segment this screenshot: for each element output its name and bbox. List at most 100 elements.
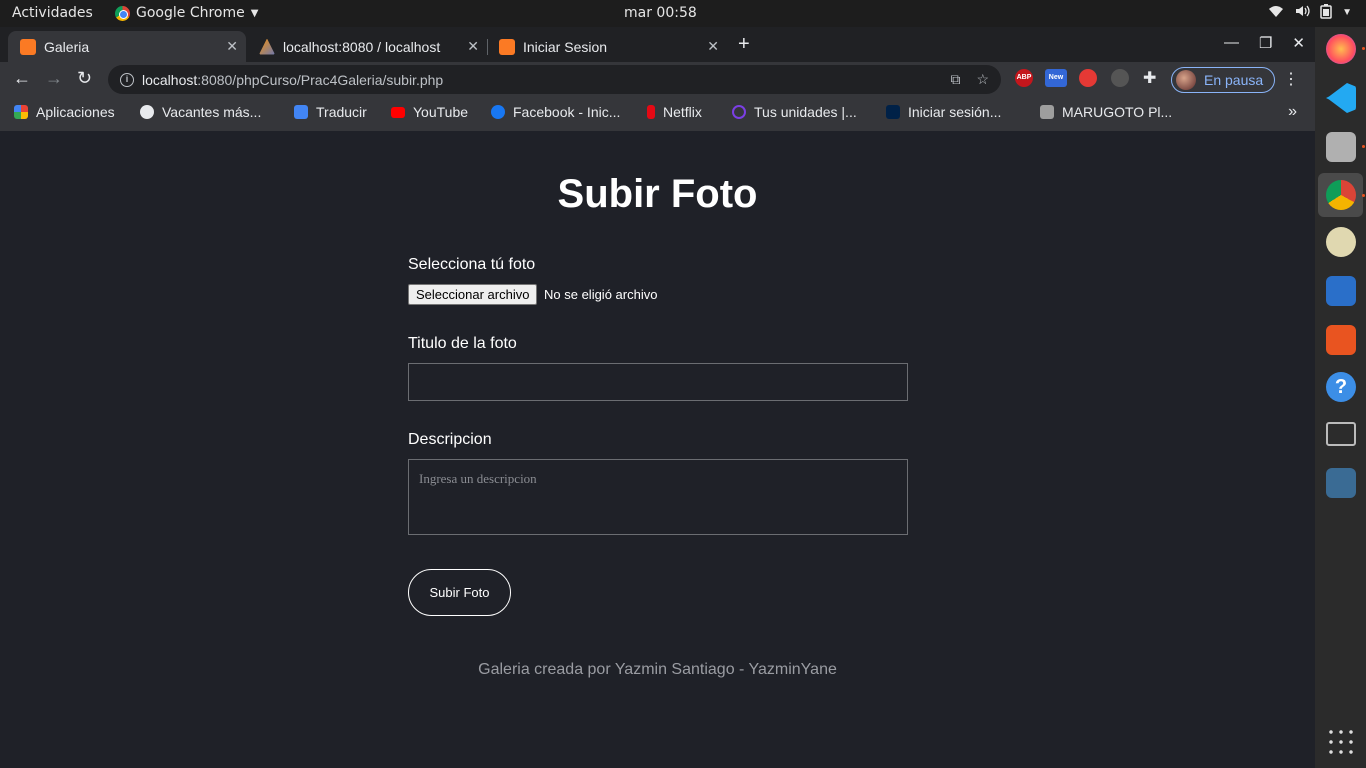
- minimize-icon[interactable]: —: [1224, 34, 1239, 52]
- forward-button[interactable]: →: [45, 68, 63, 89]
- file-status-text: No se eligió archivo: [544, 287, 658, 302]
- facebook-icon: [491, 105, 505, 119]
- bookmark-star-icon[interactable]: ☆: [976, 71, 989, 88]
- footer-credits: Galeria creada por Yazmin Santiago - Yaz…: [478, 661, 837, 678]
- stop-hand-icon[interactable]: [1079, 69, 1097, 87]
- tab-iniciar-sesion[interactable]: Iniciar Sesion ✕: [487, 31, 727, 62]
- back-button[interactable]: ←: [13, 68, 31, 89]
- app-menu[interactable]: Google Chrome ▼: [115, 5, 258, 21]
- clock[interactable]: mar 00:58: [624, 5, 697, 21]
- bookmark-vacantes[interactable]: Vacantes más...: [140, 104, 261, 120]
- bookmark-label: Vacantes más...: [162, 104, 262, 120]
- xampp-favicon-icon: [499, 38, 515, 55]
- bookmark-label: YouTube: [413, 104, 469, 120]
- restore-icon[interactable]: ❐: [1259, 34, 1272, 52]
- running-indicator: [1362, 145, 1365, 148]
- chevron-down-icon: ▼: [1342, 7, 1352, 18]
- tab-title: Galeria: [44, 38, 90, 55]
- new-tab-button[interactable]: +: [738, 33, 750, 56]
- rhythmbox-icon[interactable]: [1326, 227, 1356, 257]
- translate-icon[interactable]: ⧉: [950, 71, 960, 88]
- address-bar[interactable]: i localhost :8080/phpCurso/Prac4Galeria/…: [108, 65, 1001, 94]
- running-indicator: [1362, 47, 1365, 50]
- writer-icon[interactable]: [1326, 276, 1356, 306]
- adblock-icon[interactable]: ABP: [1015, 69, 1033, 87]
- browser-toolbar: ← → ↻ i localhost :8080/phpCurso/Prac4Ga…: [0, 62, 1315, 97]
- tab-phpmyadmin[interactable]: localhost:8080 / localhost ✕: [247, 31, 488, 62]
- info-icon[interactable]: i: [120, 72, 134, 87]
- close-icon[interactable]: ✕: [467, 38, 479, 55]
- browser-chrome: Galeria ✕ localhost:8080 / localhost ✕ I…: [0, 27, 1315, 131]
- extension-new-icon[interactable]: New: [1045, 69, 1067, 87]
- url-path: :8080/phpCurso/Prac4Galeria/subir.php: [197, 71, 444, 88]
- wifi-icon: [1268, 4, 1284, 22]
- volume-icon: [1294, 4, 1310, 22]
- system-top-bar: Actividades Google Chrome ▼ mar 00:58 ▼: [0, 0, 1366, 27]
- upload-photo-button[interactable]: Subir Foto: [408, 569, 511, 616]
- bookmark-label: Aplicaciones: [36, 104, 115, 120]
- vscode-icon[interactable]: [1326, 83, 1356, 113]
- youtube-icon: [391, 106, 405, 118]
- tab-galeria[interactable]: Galeria ✕: [8, 31, 246, 62]
- bookmark-label: Iniciar sesión...: [908, 104, 1002, 120]
- bookmark-marugoto[interactable]: MARUGOTO Pl...: [1040, 104, 1172, 120]
- description-label: Descripcion: [408, 431, 492, 448]
- app-name: Google Chrome: [136, 5, 245, 21]
- oup-icon: [886, 105, 900, 119]
- bookmark-label: Facebook - Inic...: [513, 104, 621, 120]
- close-icon[interactable]: ✕: [707, 38, 719, 55]
- chrome-icon[interactable]: [1326, 180, 1356, 210]
- google-translate-icon: [294, 105, 308, 119]
- chrome-icon: [115, 5, 130, 21]
- bookmark-facebook[interactable]: Facebook - Inic...: [491, 104, 620, 120]
- bookmark-label: MARUGOTO Pl...: [1062, 104, 1173, 120]
- show-applications-icon[interactable]: [1326, 727, 1356, 757]
- profile-button[interactable]: En pausa: [1171, 67, 1275, 93]
- bookmark-apps[interactable]: Aplicaciones: [14, 104, 115, 120]
- reload-button[interactable]: ↻: [77, 68, 92, 89]
- bookmark-youtube[interactable]: YouTube: [391, 104, 468, 120]
- bookmark-traducir[interactable]: Traducir: [294, 104, 367, 120]
- apps-grid-icon: [14, 105, 28, 119]
- close-window-icon[interactable]: ✕: [1292, 34, 1305, 52]
- avatar: [1176, 70, 1196, 90]
- bookmark-netflix[interactable]: Netflix: [647, 104, 702, 120]
- url-host: localhost: [142, 71, 198, 88]
- firefox-icon[interactable]: [1326, 34, 1356, 64]
- chrome-menu-icon[interactable]: ⋮: [1283, 69, 1299, 89]
- page-content: Subir Foto Selecciona tú foto Selecciona…: [0, 131, 1315, 768]
- battery-icon: [1320, 4, 1332, 22]
- bookmark-unidades[interactable]: Tus unidades |...: [732, 104, 857, 120]
- help-icon[interactable]: ?: [1326, 372, 1356, 402]
- window-controls: — ❐ ✕: [1224, 34, 1305, 52]
- marugoto-icon: [1040, 105, 1054, 119]
- profile-status: En pausa: [1204, 72, 1264, 88]
- title-label: Titulo de la foto: [408, 335, 517, 352]
- bookmark-oup[interactable]: Iniciar sesión...: [886, 104, 1001, 120]
- extension-grey-icon[interactable]: [1111, 69, 1129, 87]
- software-center-icon[interactable]: [1326, 325, 1356, 355]
- more-bookmarks-icon[interactable]: »: [1288, 103, 1297, 121]
- tab-title: localhost:8080 / localhost: [283, 38, 441, 55]
- photo-title-input[interactable]: [408, 363, 908, 401]
- description-textarea[interactable]: [408, 459, 908, 535]
- activities-button[interactable]: Actividades: [12, 5, 93, 21]
- globe-icon: [140, 105, 154, 119]
- bookmark-label: Traducir: [316, 104, 367, 120]
- system-tray[interactable]: ▼: [1268, 4, 1352, 22]
- phpmyadmin-favicon-icon: [259, 38, 275, 55]
- terminal-icon[interactable]: [1326, 422, 1356, 446]
- netflix-icon: [647, 105, 655, 119]
- tab-strip: Galeria ✕ localhost:8080 / localhost ✕ I…: [0, 27, 1315, 62]
- mysql-workbench-icon[interactable]: [1326, 468, 1356, 498]
- xampp-favicon-icon: [20, 38, 36, 55]
- chevron-down-icon: ▼: [250, 7, 259, 19]
- extensions-puzzle-icon[interactable]: ✚: [1143, 68, 1156, 88]
- close-icon[interactable]: ✕: [226, 38, 238, 55]
- q-icon: [732, 105, 746, 119]
- bookmark-label: Netflix: [663, 104, 702, 120]
- files-icon[interactable]: [1326, 132, 1356, 162]
- file-label: Selecciona tú foto: [408, 256, 536, 273]
- bookmarks-bar: Aplicaciones Vacantes más... Traducir Yo…: [0, 97, 1315, 131]
- choose-file-button[interactable]: Seleccionar archivo: [408, 284, 538, 305]
